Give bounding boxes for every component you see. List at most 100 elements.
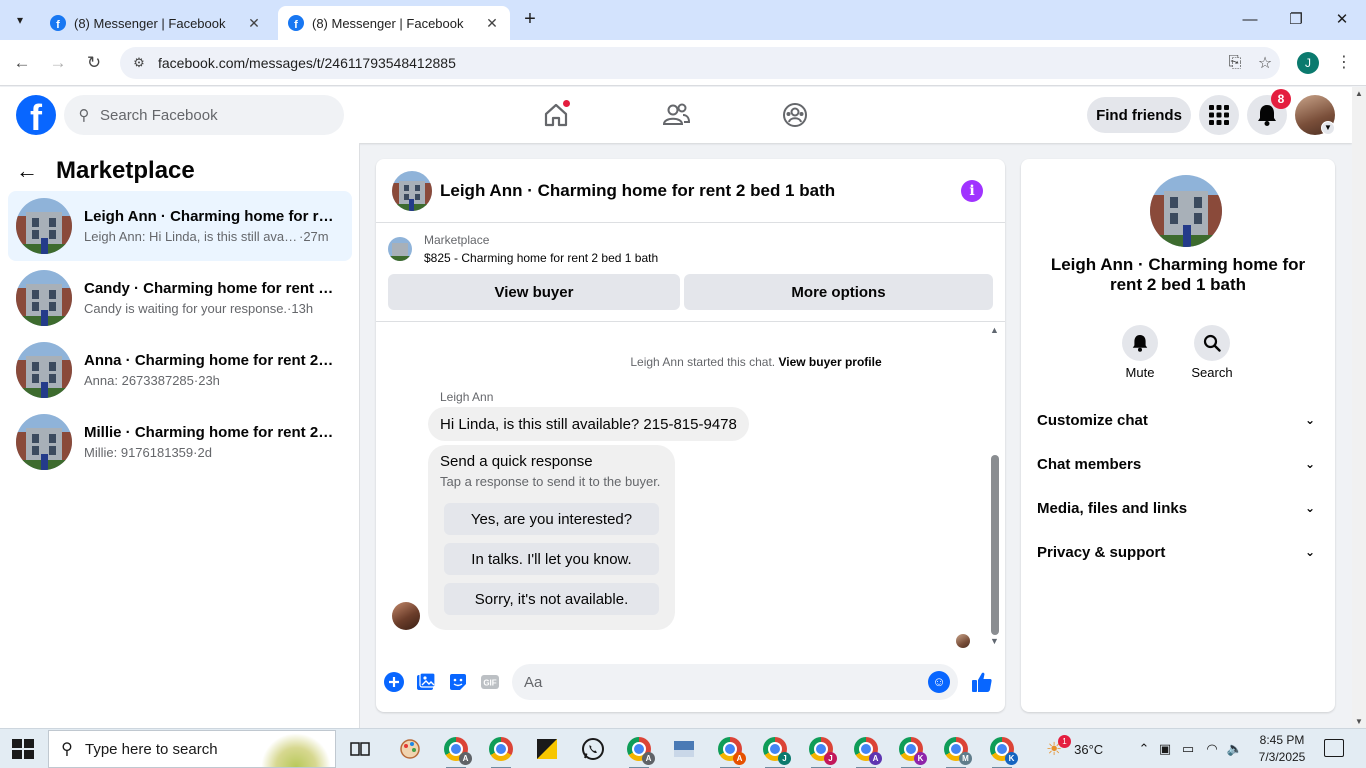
conversation-item-anna[interactable]: Anna · Charming home for rent 2 bed 1 ba… (8, 335, 352, 405)
quick-response-title: Send a quick response (440, 453, 593, 470)
new-tab-plus-icon[interactable]: + (518, 8, 542, 32)
conversation-time: ·23h (193, 373, 220, 388)
sender-avatar[interactable] (392, 602, 420, 630)
close-window-icon[interactable]: ✕ (1330, 8, 1354, 32)
scroll-down-arrow-icon[interactable]: ▼ (990, 636, 999, 646)
tab-search-chevron-icon[interactable]: ▾ (6, 8, 34, 32)
conversation-info-icon[interactable]: i (961, 179, 983, 202)
action-center-icon[interactable] (1324, 739, 1344, 757)
home-nav-button[interactable] (536, 95, 576, 135)
scroll-up-arrow-icon[interactable]: ▲ (1355, 89, 1363, 98)
facebook-logo-icon[interactable]: f (16, 95, 56, 135)
address-bar[interactable]: ⚙ facebook.com/messages/t/24611793548412… (120, 47, 1280, 79)
site-settings-icon[interactable]: ⚙ (124, 55, 154, 71)
chrome-profile-a-icon[interactable]: A (442, 735, 472, 768)
message-input[interactable]: Aa ☺ (512, 664, 958, 700)
svg-text:GIF: GIF (483, 679, 496, 688)
quick-response-option[interactable]: In talks. I'll let you know. (444, 543, 659, 575)
conversation-name: Candy · Charming home for rent 2 bed 1 b… (84, 280, 334, 297)
conversation-item-leigh-ann[interactable]: Leigh Ann · Charming home for rent 2 bed… (8, 191, 352, 261)
listing-label: Marketplace (424, 233, 490, 247)
taskbar-clock[interactable]: 8:45 PM 7/3/2025 (1250, 732, 1314, 766)
find-friends-button[interactable]: Find friends (1087, 97, 1191, 133)
scroll-up-arrow-icon[interactable]: ▲ (990, 325, 999, 335)
paint-app-icon[interactable] (396, 735, 424, 763)
install-app-icon[interactable]: ⎘ (1220, 54, 1250, 72)
tab-close-icon[interactable]: ✕ (246, 15, 262, 32)
message-composer: GIF Aa ☺ (376, 664, 1005, 700)
scroll-down-arrow-icon[interactable]: ▼ (1355, 717, 1363, 726)
restore-icon[interactable]: ❐ (1284, 8, 1308, 32)
search-icon (1194, 325, 1230, 361)
chrome-profile-j-red-icon[interactable]: J (807, 735, 837, 768)
view-buyer-profile-link[interactable]: View buyer profile (778, 355, 881, 369)
photo-viewer-icon[interactable] (670, 735, 698, 763)
sticky-notes-icon[interactable] (533, 735, 561, 763)
more-options-button[interactable]: More options (684, 274, 993, 310)
privacy-support-section[interactable]: Privacy & support ⌄ (1037, 538, 1319, 566)
gif-icon[interactable]: GIF (479, 671, 501, 693)
customize-chat-section[interactable]: Customize chat ⌄ (1037, 406, 1319, 434)
facebook-search-input[interactable]: ⚲ Search Facebook (64, 95, 344, 135)
task-view-icon[interactable] (346, 735, 374, 763)
browser-menu-icon[interactable]: ⋮ (1334, 51, 1354, 75)
chrome-profile-k-blue-icon[interactable]: K (988, 735, 1018, 768)
mute-action[interactable]: Mute (1110, 325, 1170, 380)
conversation-item-millie[interactable]: Millie · Charming home for rent 2 bed 1 … (8, 407, 352, 477)
chrome-profile-k-icon[interactable]: K (897, 735, 927, 768)
chrome-icon[interactable] (487, 735, 515, 768)
windows-start-icon[interactable] (12, 739, 34, 759)
more-actions-plus-icon[interactable] (383, 671, 405, 693)
sticker-icon[interactable] (447, 671, 469, 693)
show-hidden-icons-chevron-up-icon[interactable]: ⌃ (1134, 741, 1154, 757)
conversation-item-candy[interactable]: Candy · Charming home for rent 2 bed 1 b… (8, 263, 352, 333)
wifi-icon[interactable]: ◠ (1200, 741, 1224, 757)
like-thumbs-up-icon[interactable] (971, 671, 993, 693)
sidebar-title: Marketplace (56, 157, 195, 184)
forward-arrow-icon[interactable]: → (46, 51, 70, 75)
menu-grid-button[interactable] (1199, 95, 1239, 135)
chat-members-section[interactable]: Chat members ⌄ (1037, 450, 1319, 478)
taskbar-search-box[interactable]: ⚲ Type here to search (48, 730, 336, 768)
back-arrow-icon[interactable]: ← (16, 158, 48, 184)
conversation-snippet: Leigh Ann: Hi Linda, is this still avail… (84, 229, 299, 244)
house-listing-thumbnail (16, 270, 72, 326)
chat-header-thumbnail[interactable] (392, 170, 432, 211)
chat-title[interactable]: Leigh Ann · Charming home for rent 2 bed… (440, 181, 961, 201)
chrome-profile-j-icon[interactable]: J (761, 735, 791, 768)
view-buyer-button[interactable]: View buyer (388, 274, 680, 310)
back-arrow-icon[interactable]: ← (10, 51, 34, 75)
media-files-links-section[interactable]: Media, files and links ⌄ (1037, 494, 1319, 522)
conversation-snippet: Anna: 2673387285 (84, 373, 194, 388)
search-in-conversation-action[interactable]: Search (1182, 325, 1242, 380)
chrome-profile-m-icon[interactable]: M (942, 735, 972, 768)
marketplace-sidebar: ← Marketplace Leigh Ann · Charming home … (0, 143, 360, 728)
chat-scrollbar-thumb[interactable] (991, 455, 999, 635)
conversation-photo[interactable] (1150, 175, 1222, 247)
conversation-name: Leigh Ann · Charming home for rent 2 bed… (84, 208, 334, 225)
chrome-profile-a-icon[interactable]: A (625, 735, 655, 768)
weather-widget[interactable]: ☀ 1 36°C (1046, 729, 1103, 768)
browser-tab-1[interactable]: f (8) Messenger | Facebook ✕ (40, 6, 272, 40)
tab-close-icon[interactable]: ✕ (484, 15, 500, 32)
volume-icon[interactable]: 🔈 (1224, 741, 1246, 757)
groups-nav-button[interactable] (775, 95, 815, 135)
page-scrollbar[interactable]: ▲ ▼ (1352, 87, 1366, 728)
bookmark-star-icon[interactable]: ☆ (1250, 53, 1280, 73)
quick-response-option[interactable]: Sorry, it's not available. (444, 583, 659, 615)
whatsapp-icon[interactable] (579, 735, 607, 763)
photo-attach-icon[interactable] (415, 671, 437, 693)
friends-nav-button[interactable] (656, 95, 696, 135)
battery-icon[interactable]: ▭ (1176, 741, 1200, 757)
emoji-icon[interactable]: ☺ (928, 671, 950, 693)
chrome-profile-a-orange-icon[interactable]: A (716, 735, 746, 768)
reload-icon[interactable]: ↻ (82, 51, 106, 75)
chrome-profile-a-purple-icon[interactable]: A (852, 735, 882, 768)
browser-profile-avatar[interactable]: J (1297, 52, 1319, 74)
marketplace-listing-summary[interactable]: Marketplace $825 - Charming home for ren… (388, 233, 658, 265)
account-chevron-down-icon[interactable]: ▼ (1321, 121, 1335, 135)
browser-tab-2-active[interactable]: f (8) Messenger | Facebook ✕ (278, 6, 510, 40)
quick-response-option[interactable]: Yes, are you interested? (444, 503, 659, 535)
meet-now-icon[interactable]: ▣ (1154, 741, 1176, 757)
minimize-icon[interactable]: — (1238, 8, 1262, 32)
